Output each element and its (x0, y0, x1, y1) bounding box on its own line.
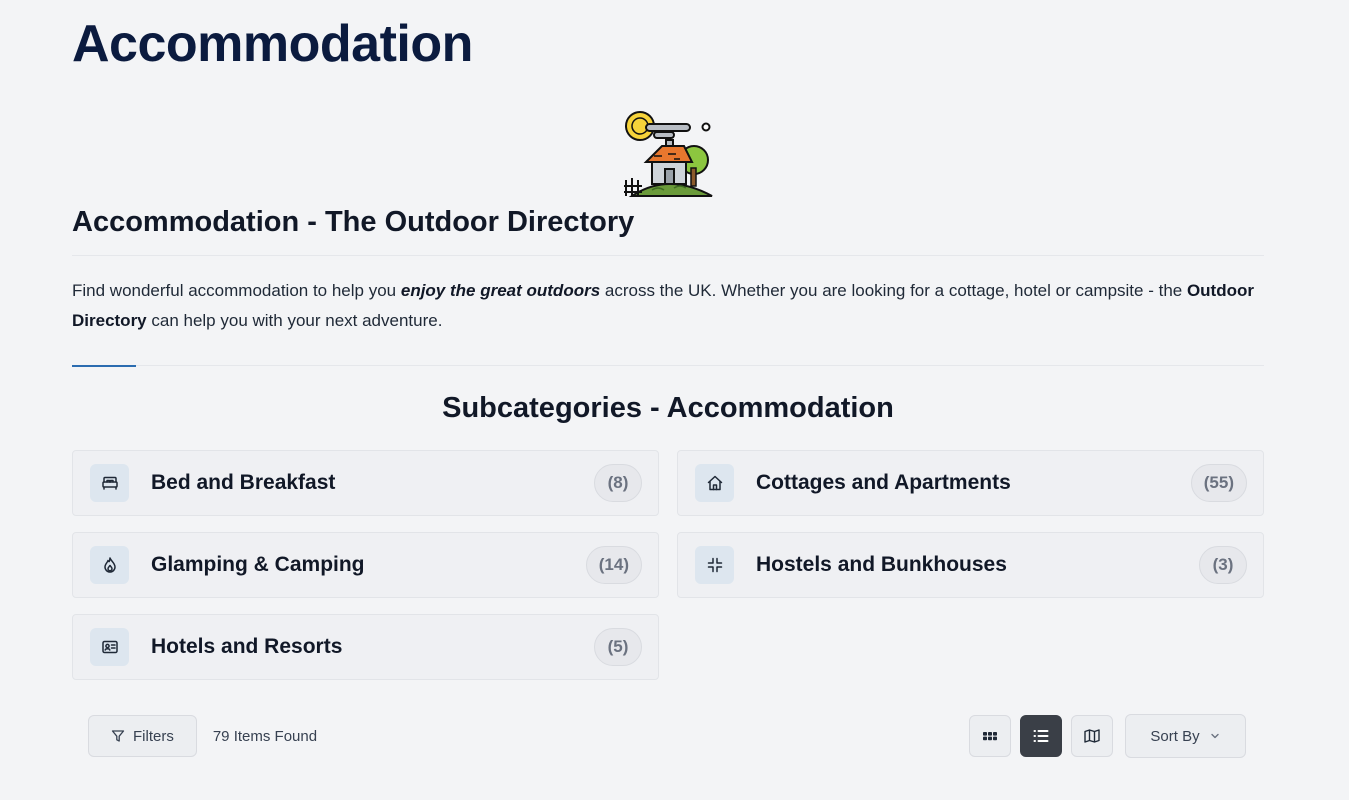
cottage-illustration-icon (622, 106, 714, 198)
map-view-button[interactable] (1071, 715, 1113, 757)
chevron-down-icon (1210, 733, 1219, 739)
subcategory-name: Hotels and Resorts (151, 635, 343, 658)
results-toolbar-right: Sort By (960, 714, 1246, 758)
intro-text: across the UK. Whether you are looking f… (600, 281, 1187, 300)
section-divider (72, 255, 1264, 256)
sort-by-label: Sort By (1150, 727, 1200, 745)
subcategory-card-hotels-and-resorts[interactable]: Hotels and Resorts (5) (72, 614, 659, 680)
grid-view-button[interactable] (969, 715, 1011, 757)
filters-label: Filters (133, 727, 174, 745)
subcategories-heading: Subcategories - Accommodation (442, 392, 894, 424)
intro-text: Find wonderful accommodation to help you (72, 281, 401, 300)
house-icon (695, 464, 734, 502)
subcategory-name: Bed and Breakfast (151, 471, 336, 494)
subcategory-count-badge: (8) (594, 464, 642, 502)
sort-by-dropdown[interactable]: Sort By (1125, 714, 1246, 758)
list-icon (1033, 730, 1049, 742)
subcategory-name: Hostels and Bunkhouses (756, 553, 1007, 576)
page-title: Accommodation (72, 15, 473, 73)
subcategory-count-badge: (55) (1190, 464, 1247, 502)
subcategory-count-badge: (3) (1199, 546, 1247, 584)
directory-heading: Accommodation - The Outdoor Directory (72, 206, 635, 238)
accent-divider (72, 365, 136, 367)
results-toolbar-left: Filters 79 Items Found (88, 715, 317, 757)
intro-text: can help you with your next adventure. (146, 311, 443, 330)
subcategory-name: Glamping & Camping (151, 553, 365, 576)
subcategory-card-glamping-and-camping[interactable]: Glamping & Camping (14) (72, 532, 659, 598)
subcategory-count-badge: (5) (594, 628, 642, 666)
grid-dots-icon (983, 732, 997, 741)
flame-icon (90, 546, 129, 584)
map-icon (1084, 729, 1100, 743)
id-card-icon (90, 628, 129, 666)
items-found-count: 79 Items Found (212, 727, 318, 745)
section-divider (72, 365, 1264, 366)
intro-emphasis: enjoy the great outdoors (400, 281, 601, 300)
subcategory-name: Cottages and Apartments (756, 471, 1011, 494)
subcategory-card-bed-and-breakfast[interactable]: Bed and Breakfast (8) (72, 450, 659, 516)
filter-icon (111, 730, 125, 742)
subcategory-card-hostels-and-bunkhouses[interactable]: Hostels and Bunkhouses (3) (677, 532, 1264, 598)
list-view-button[interactable] (1020, 715, 1062, 757)
bed-icon (90, 464, 129, 502)
subcategory-card-cottages-and-apartments[interactable]: Cottages and Apartments (55) (677, 450, 1264, 516)
minimize-icon (695, 546, 734, 584)
intro-paragraph: Find wonderful accommodation to help you… (72, 276, 1264, 336)
subcategory-grid: Bed and Breakfast (8) Cottages and Apart… (72, 450, 1264, 680)
subcategory-count-badge: (14) (585, 546, 642, 584)
filters-button[interactable]: Filters (88, 715, 197, 757)
